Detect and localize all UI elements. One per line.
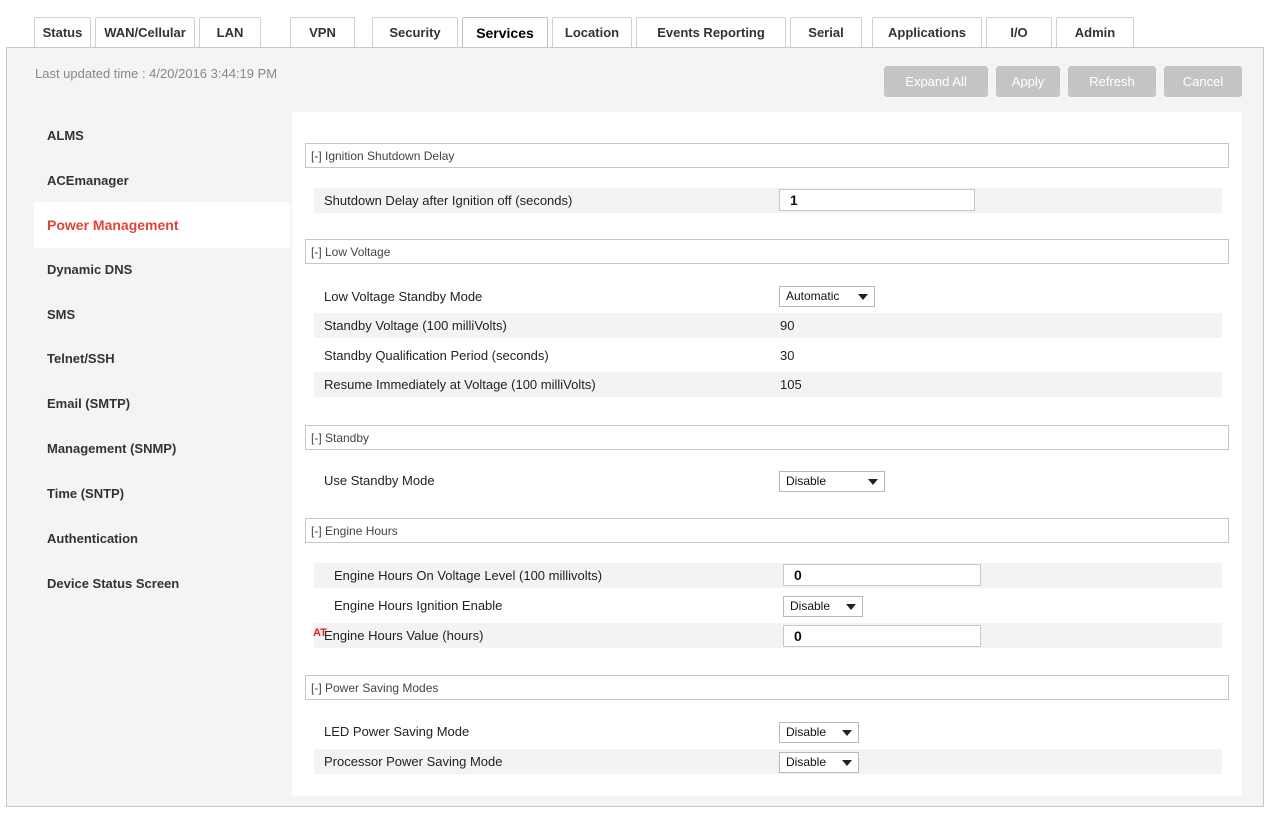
processor-power-saving-mode-label: Processor Power Saving Mode <box>324 754 503 769</box>
section-header-engine-hours[interactable]: [-] Engine Hours <box>305 518 1229 543</box>
engine-hours-voltage-level-label: Engine Hours On Voltage Level (100 milli… <box>334 568 603 583</box>
tab-applications[interactable]: Applications <box>872 17 982 47</box>
tab-security[interactable]: Security <box>372 17 458 47</box>
cancel-button[interactable]: Cancel <box>1164 66 1242 97</box>
engine-hours-ignition-enable-label: Engine Hours Ignition Enable <box>334 598 503 613</box>
tab-vpn[interactable]: VPN <box>290 17 355 47</box>
standby-qualification-period-label: Standby Qualification Period (seconds) <box>324 348 549 363</box>
low-voltage-standby-mode-select[interactable]: Automatic <box>779 286 875 307</box>
row-resume-voltage: Resume Immediately at Voltage (100 milli… <box>314 372 1222 397</box>
sidebar-item-time-sntp[interactable]: Time (SNTP) <box>34 471 290 517</box>
tab-admin[interactable]: Admin <box>1056 17 1134 47</box>
tab-io[interactable]: I/O <box>986 17 1052 47</box>
row-processor-power-saving-mode: Processor Power Saving Mode <box>314 749 1222 774</box>
led-power-saving-mode-label: LED Power Saving Mode <box>324 724 470 739</box>
sidebar-item-authentication[interactable]: Authentication <box>34 516 290 562</box>
engine-hours-ignition-enable-select[interactable]: Disable <box>783 596 863 617</box>
tab-services[interactable]: Services <box>462 17 548 47</box>
row-shutdown-delay: Shutdown Delay after Ignition off (secon… <box>314 188 1222 213</box>
standby-qualification-period-value: 30 <box>780 348 795 363</box>
resume-voltage-label: Resume Immediately at Voltage (100 milli… <box>324 377 596 392</box>
use-standby-mode-label: Use Standby Mode <box>324 473 435 488</box>
engine-hours-ignition-enable-value: Disable <box>790 599 831 613</box>
tab-serial[interactable]: Serial <box>790 17 862 47</box>
low-voltage-standby-mode-label: Low Voltage Standby Mode <box>324 289 483 304</box>
engine-hours-value-label: Engine Hours Value (hours) <box>324 628 484 643</box>
chevron-down-icon <box>842 760 852 766</box>
section-header-ignition-shutdown-delay[interactable]: [-] Ignition Shutdown Delay <box>305 143 1229 168</box>
row-engine-hours-voltage-level: Engine Hours On Voltage Level (100 milli… <box>314 563 1222 588</box>
shutdown-delay-input[interactable]: 1 <box>779 189 975 211</box>
apply-button[interactable]: Apply <box>996 66 1060 97</box>
chevron-down-icon <box>846 604 856 610</box>
sidebar-item-acemanager[interactable]: ACEmanager <box>34 158 290 204</box>
row-led-power-saving-mode: LED Power Saving Mode <box>314 719 1222 744</box>
row-use-standby-mode: Use Standby Mode <box>314 468 1222 493</box>
use-standby-mode-select[interactable]: Disable <box>779 471 885 492</box>
chevron-down-icon <box>842 730 852 736</box>
tab-lan[interactable]: LAN <box>199 17 261 47</box>
processor-power-saving-mode-select[interactable]: Disable <box>779 752 859 773</box>
engine-hours-value-input[interactable]: 0 <box>783 625 981 647</box>
led-power-saving-mode-select[interactable]: Disable <box>779 722 859 743</box>
tab-wan-cellular[interactable]: WAN/Cellular <box>95 17 195 47</box>
use-standby-mode-value: Disable <box>786 474 827 488</box>
processor-power-saving-mode-value: Disable <box>786 755 827 769</box>
chevron-down-icon <box>868 479 878 485</box>
sidebar-item-email-smtp[interactable]: Email (SMTP) <box>34 381 290 427</box>
section-header-standby[interactable]: [-] Standby <box>305 425 1229 450</box>
led-power-saving-mode-value: Disable <box>786 725 827 739</box>
section-header-low-voltage[interactable]: [-] Low Voltage <box>305 239 1229 264</box>
chevron-down-icon <box>858 294 868 300</box>
row-standby-voltage: Standby Voltage (100 milliVolts) 90 <box>314 313 1222 338</box>
standby-voltage-label: Standby Voltage (100 milliVolts) <box>324 318 507 333</box>
engine-hours-voltage-level-input[interactable]: 0 <box>783 564 981 586</box>
row-standby-qualification-period: Standby Qualification Period (seconds) 3… <box>314 343 1222 368</box>
standby-voltage-value: 90 <box>780 318 795 333</box>
sidebar-item-power-management[interactable]: Power Management <box>34 202 290 248</box>
sidebar-item-telnet-ssh[interactable]: Telnet/SSH <box>34 336 290 382</box>
shutdown-delay-label: Shutdown Delay after Ignition off (secon… <box>324 193 573 208</box>
tab-events-reporting[interactable]: Events Reporting <box>636 17 786 47</box>
tab-status[interactable]: Status <box>34 17 91 47</box>
sidebar-item-dynamic-dns[interactable]: Dynamic DNS <box>34 247 290 293</box>
low-voltage-standby-mode-value: Automatic <box>786 289 840 303</box>
sidebar-item-management-snmp[interactable]: Management (SNMP) <box>34 426 290 472</box>
row-engine-hours-ignition-enable: Engine Hours Ignition Enable <box>314 593 1222 618</box>
sidebar-item-sms[interactable]: SMS <box>34 292 290 338</box>
row-low-voltage-standby-mode: Low Voltage Standby Mode <box>314 284 1222 309</box>
expand-all-button[interactable]: Expand All <box>884 66 988 97</box>
refresh-button[interactable]: Refresh <box>1068 66 1156 97</box>
row-engine-hours-value: Engine Hours Value (hours) <box>314 623 1222 648</box>
at-command-badge: AT <box>313 627 327 639</box>
last-updated-time: Last updated time : 4/20/2016 3:44:19 PM <box>35 66 278 81</box>
section-header-power-saving-modes[interactable]: [-] Power Saving Modes <box>305 675 1229 700</box>
sidebar-item-device-status-screen[interactable]: Device Status Screen <box>34 561 290 607</box>
sidebar-item-alms[interactable]: ALMS <box>34 113 290 159</box>
resume-voltage-value: 105 <box>780 377 802 392</box>
tab-location[interactable]: Location <box>552 17 632 47</box>
